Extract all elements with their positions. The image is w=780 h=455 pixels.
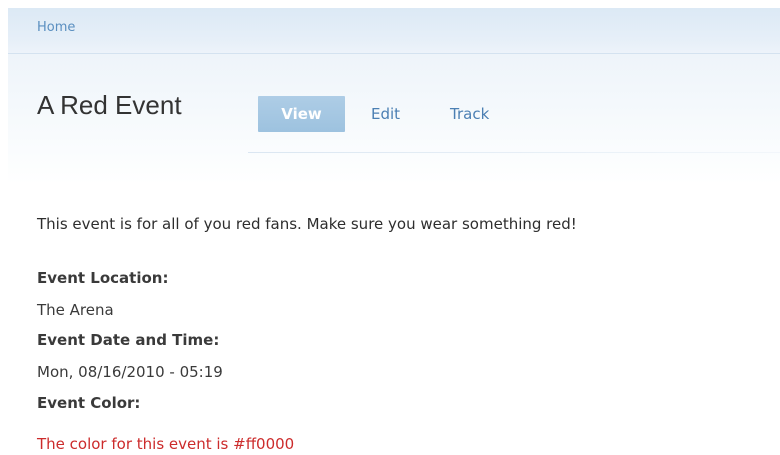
breadcrumb-home-link[interactable]: Home bbox=[37, 20, 75, 35]
tab-track[interactable]: Track bbox=[437, 96, 502, 132]
event-description: This event is for all of you red fans. M… bbox=[37, 215, 577, 233]
tab-view[interactable]: View bbox=[258, 96, 345, 132]
page-title: A Red Event bbox=[37, 90, 182, 120]
header-divider bbox=[248, 152, 780, 153]
event-datetime-value: Mon, 08/16/2010 - 05:19 bbox=[37, 363, 223, 381]
event-location-value: The Arena bbox=[37, 301, 114, 319]
event-datetime-label: Event Date and Time: bbox=[37, 331, 220, 349]
event-location-label: Event Location: bbox=[37, 269, 169, 287]
breadcrumb: Home bbox=[8, 8, 780, 54]
event-color-note: The color for this event is #ff0000 bbox=[37, 435, 295, 453]
tab-edit[interactable]: Edit bbox=[358, 96, 413, 132]
page-header: A Red Event View Edit Track bbox=[8, 54, 780, 184]
page: Home A Red Event View Edit Track This ev… bbox=[0, 0, 780, 455]
event-content: This event is for all of you red fans. M… bbox=[37, 214, 757, 453]
event-color-label: Event Color: bbox=[37, 394, 141, 412]
